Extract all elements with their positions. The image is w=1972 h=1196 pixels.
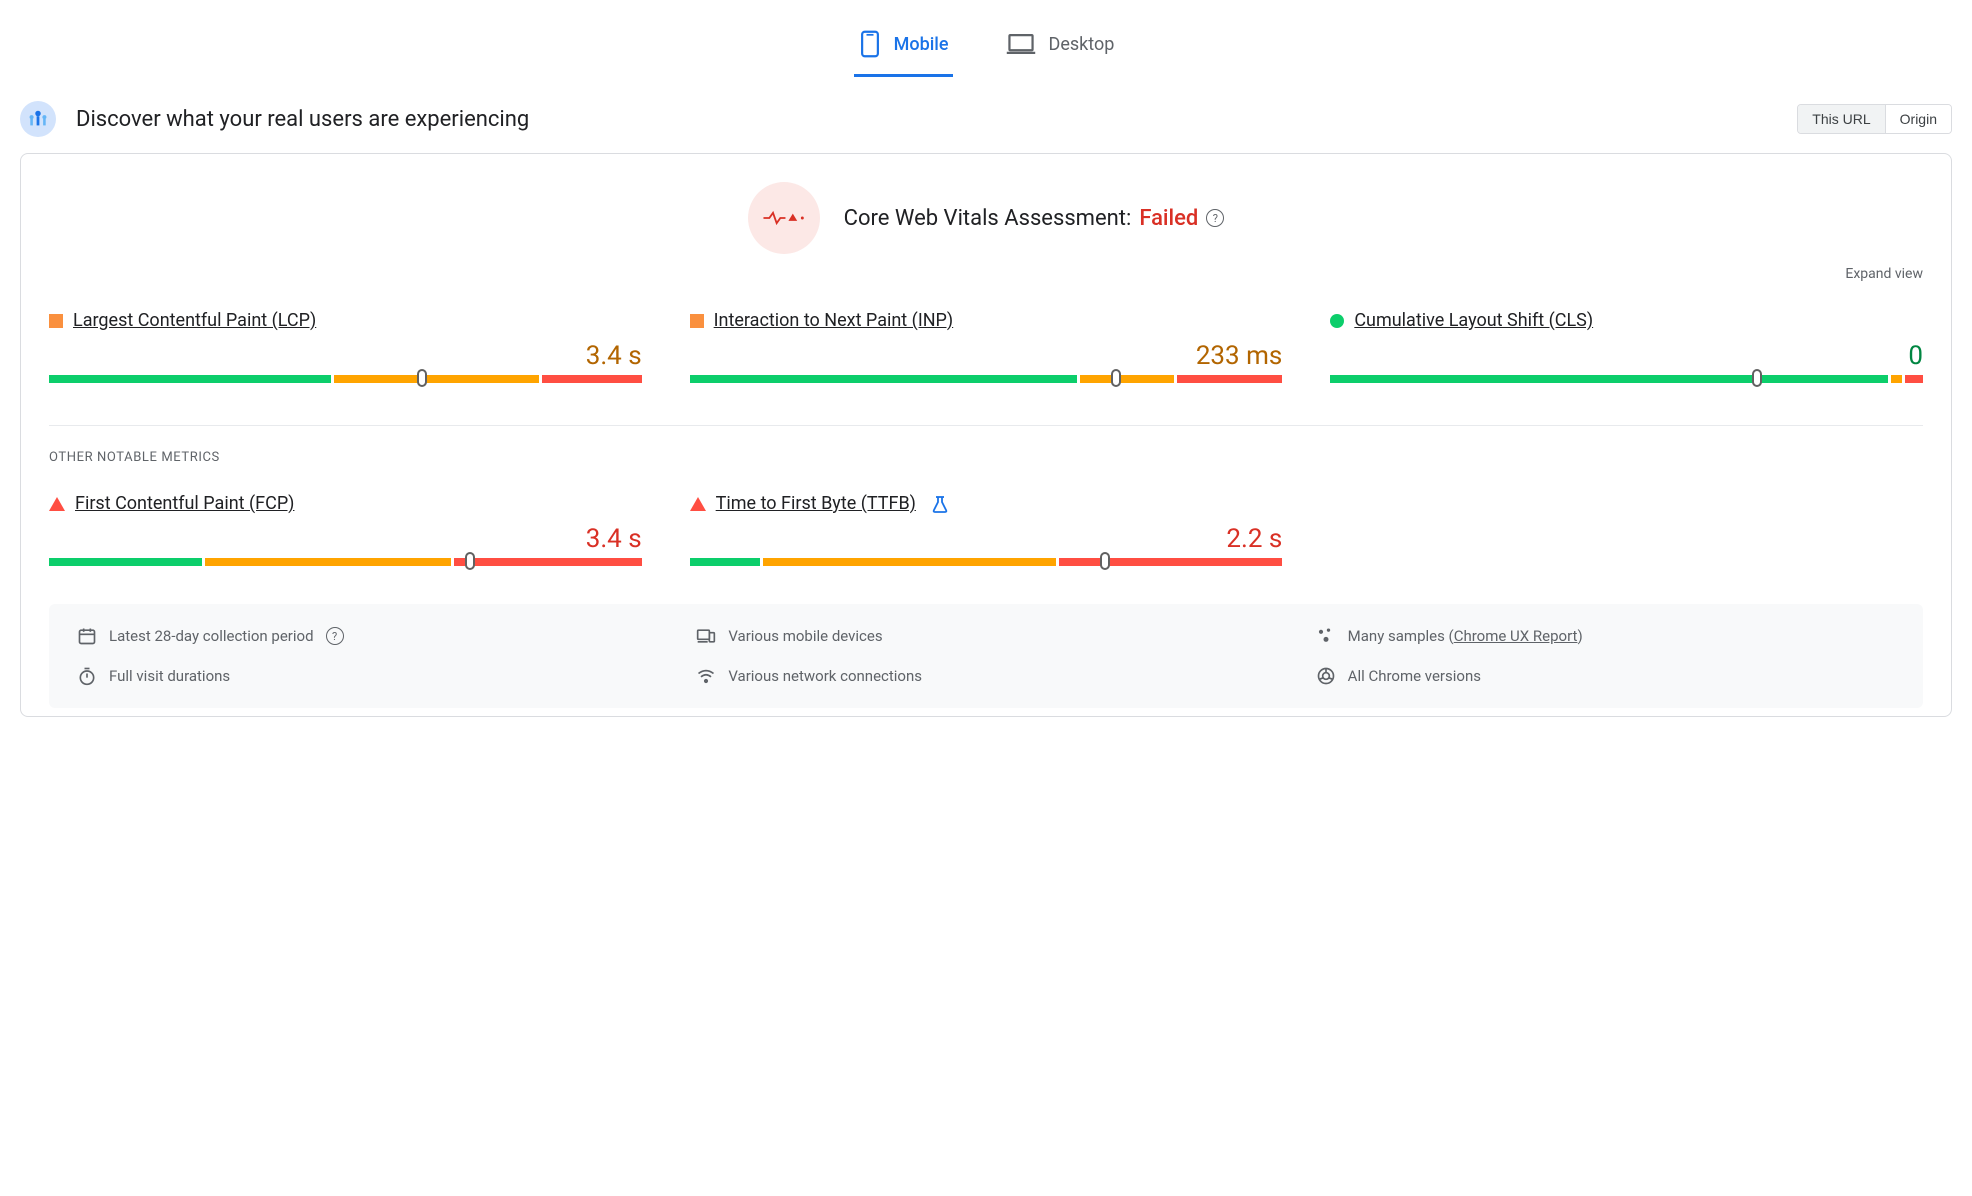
desktop-icon xyxy=(1005,32,1037,56)
status-square-icon xyxy=(49,314,63,328)
vitals-card: Core Web Vitals Assessment: Failed ? Exp… xyxy=(20,153,1952,717)
assessment-help-icon[interactable]: ? xyxy=(1206,209,1224,227)
metric-fcp-bar xyxy=(49,558,642,572)
info-network: Various network connections xyxy=(696,666,1275,686)
experimental-flask-icon[interactable] xyxy=(932,495,948,513)
users-icon xyxy=(20,101,56,137)
assessment-status-icon xyxy=(748,182,820,254)
metric-lcp-value: 3.4 s xyxy=(49,341,642,371)
core-metrics-grid: Largest Contentful Paint (LCP) 3.4 s Int… xyxy=(49,310,1923,389)
assessment-status: Failed xyxy=(1139,206,1198,231)
metric-lcp-bar xyxy=(49,375,642,389)
distribution-marker xyxy=(1752,369,1762,387)
page-title: Discover what your real users are experi… xyxy=(76,107,529,132)
section-divider xyxy=(49,425,1923,426)
metric-lcp: Largest Contentful Paint (LCP) 3.4 s xyxy=(49,310,642,389)
info-samples: Many samples (Chrome UX Report) xyxy=(1316,626,1895,646)
scope-origin-button[interactable]: Origin xyxy=(1885,105,1951,133)
info-devices: Various mobile devices xyxy=(696,626,1275,646)
distribution-marker xyxy=(1100,552,1110,570)
period-help-icon[interactable]: ? xyxy=(326,627,344,645)
assessment-label: Core Web Vitals Assessment: xyxy=(844,206,1132,231)
tab-mobile[interactable]: Mobile xyxy=(854,20,953,77)
stopwatch-icon xyxy=(77,666,97,686)
metric-cls-name[interactable]: Cumulative Layout Shift (CLS) xyxy=(1354,310,1593,331)
metric-inp-bar xyxy=(690,375,1283,389)
metric-cls-bar xyxy=(1330,375,1923,389)
metric-ttfb: Time to First Byte (TTFB) 2.2 s xyxy=(690,493,1283,572)
tab-desktop-label: Desktop xyxy=(1049,34,1115,55)
scope-this-url-button[interactable]: This URL xyxy=(1798,105,1884,133)
scatter-icon xyxy=(1316,626,1336,646)
metric-fcp-name[interactable]: First Contentful Paint (FCP) xyxy=(75,493,294,514)
crux-report-link[interactable]: Chrome UX Report xyxy=(1454,627,1578,645)
metric-cls: Cumulative Layout Shift (CLS) 0 xyxy=(1330,310,1923,389)
info-versions: All Chrome versions xyxy=(1316,666,1895,686)
expand-view-link[interactable]: Expand view xyxy=(49,266,1923,282)
other-metrics-label: OTHER NOTABLE METRICS xyxy=(49,450,1923,465)
chrome-icon xyxy=(1316,666,1336,686)
status-triangle-icon xyxy=(690,497,706,511)
distribution-marker xyxy=(1111,369,1121,387)
status-triangle-icon xyxy=(49,497,65,511)
info-collection-period: Latest 28-day collection period ? xyxy=(77,626,656,646)
distribution-marker xyxy=(417,369,427,387)
device-tabs: Mobile Desktop xyxy=(20,0,1952,77)
metric-inp: Interaction to Next Paint (INP) 233 ms xyxy=(690,310,1283,389)
calendar-icon xyxy=(77,626,97,646)
info-durations: Full visit durations xyxy=(77,666,656,686)
status-square-icon xyxy=(690,314,704,328)
other-metrics-grid: First Contentful Paint (FCP) 3.4 s Time … xyxy=(49,493,1923,572)
tab-desktop[interactable]: Desktop xyxy=(1001,20,1119,77)
header-row: Discover what your real users are experi… xyxy=(20,101,1952,137)
devices-icon xyxy=(696,626,716,646)
metric-fcp: First Contentful Paint (FCP) 3.4 s xyxy=(49,493,642,572)
tab-mobile-label: Mobile xyxy=(894,34,949,55)
status-circle-icon xyxy=(1330,314,1344,328)
metric-ttfb-bar xyxy=(690,558,1283,572)
scope-toggle: This URL Origin xyxy=(1797,104,1952,134)
metric-fcp-value: 3.4 s xyxy=(49,524,642,554)
info-footer: Latest 28-day collection period ? Variou… xyxy=(49,604,1923,708)
metric-cls-value: 0 xyxy=(1330,341,1923,371)
metric-ttfb-value: 2.2 s xyxy=(690,524,1283,554)
metric-inp-value: 233 ms xyxy=(690,341,1283,371)
mobile-icon xyxy=(858,30,882,58)
assessment-banner: Core Web Vitals Assessment: Failed ? xyxy=(49,182,1923,254)
metric-ttfb-name[interactable]: Time to First Byte (TTFB) xyxy=(716,493,916,514)
distribution-marker xyxy=(465,552,475,570)
wifi-icon xyxy=(696,666,716,686)
metric-inp-name[interactable]: Interaction to Next Paint (INP) xyxy=(714,310,954,331)
metric-lcp-name[interactable]: Largest Contentful Paint (LCP) xyxy=(73,310,316,331)
